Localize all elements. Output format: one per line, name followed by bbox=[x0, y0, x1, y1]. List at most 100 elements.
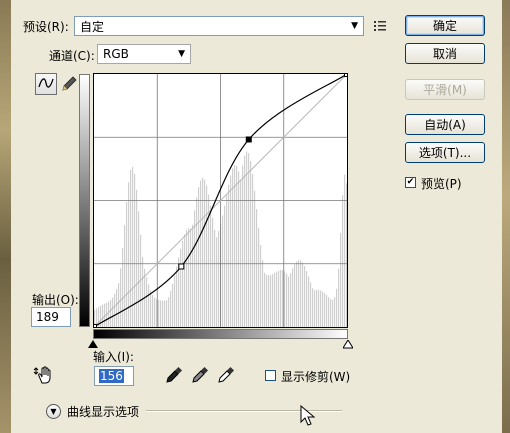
cancel-button[interactable]: 取消 bbox=[405, 43, 485, 64]
preset-select[interactable]: 自定 ▼ bbox=[74, 16, 364, 36]
chevron-down-icon: ▼ bbox=[351, 21, 358, 31]
histogram-bar bbox=[318, 289, 320, 327]
show-clipping-checkbox[interactable] bbox=[265, 370, 276, 381]
histogram-bar bbox=[326, 295, 328, 327]
histogram-bar bbox=[268, 275, 270, 327]
histogram-bar bbox=[340, 232, 342, 327]
histogram-bar bbox=[142, 257, 144, 327]
histogram-bar bbox=[194, 210, 196, 327]
preset-menu-icon[interactable] bbox=[373, 18, 389, 34]
histogram-bar bbox=[338, 268, 340, 327]
histogram-bar bbox=[242, 165, 244, 327]
histogram-bar bbox=[266, 274, 268, 327]
histogram-bar bbox=[230, 175, 232, 327]
histogram-bar bbox=[124, 225, 126, 327]
histogram-bar bbox=[190, 228, 192, 327]
histogram-bar bbox=[264, 272, 266, 327]
histogram-bar bbox=[188, 228, 190, 327]
histogram-bar bbox=[246, 151, 248, 327]
histogram-bar bbox=[222, 215, 224, 327]
histogram-bar bbox=[336, 288, 338, 327]
histogram-bar bbox=[102, 304, 104, 327]
histogram-bar bbox=[224, 205, 226, 327]
curve-tool-button[interactable] bbox=[35, 73, 57, 95]
histogram-bar bbox=[164, 300, 166, 327]
eyedropper-gray-icon[interactable] bbox=[191, 366, 209, 384]
auto-button[interactable]: 自动(A) bbox=[405, 114, 485, 135]
histogram-bar bbox=[302, 262, 304, 327]
histogram-bar bbox=[286, 273, 288, 327]
histogram-bar bbox=[172, 283, 174, 327]
output-label: 输出(O): bbox=[32, 293, 79, 307]
white-point-slider[interactable] bbox=[342, 338, 354, 352]
histogram-bar bbox=[162, 300, 164, 327]
histogram-bar bbox=[316, 289, 318, 327]
selected-curve-point bbox=[245, 136, 252, 143]
histogram-bar bbox=[288, 276, 290, 327]
curve-graph[interactable] bbox=[93, 73, 348, 328]
histogram-bar bbox=[166, 300, 168, 327]
histogram-bar bbox=[312, 288, 314, 327]
histogram-bar bbox=[308, 276, 310, 327]
histogram-bar bbox=[118, 283, 120, 327]
ok-button[interactable]: 确定 bbox=[405, 15, 485, 36]
histogram-bar bbox=[330, 299, 332, 327]
histogram-bar bbox=[214, 229, 216, 327]
histogram-bar bbox=[218, 231, 220, 327]
background-right-edge bbox=[502, 0, 510, 433]
channel-select[interactable]: RGB ▼ bbox=[97, 44, 191, 64]
histogram-bar bbox=[158, 300, 160, 327]
histogram-bar bbox=[210, 205, 212, 327]
histogram-bar bbox=[234, 164, 236, 327]
histogram-bar bbox=[300, 260, 302, 327]
histogram-bar bbox=[110, 300, 112, 327]
histogram-bar bbox=[120, 268, 122, 327]
histogram-bar bbox=[148, 284, 150, 327]
pencil-icon[interactable] bbox=[60, 75, 78, 93]
histogram-bar bbox=[112, 297, 114, 327]
histogram-bar bbox=[244, 155, 246, 327]
curve-point bbox=[94, 324, 97, 327]
smooth-button[interactable]: 平滑(M) bbox=[405, 79, 485, 100]
histogram-bar bbox=[196, 197, 198, 327]
background-left-edge bbox=[0, 0, 11, 433]
histogram-bar bbox=[176, 266, 178, 327]
input-field[interactable]: 156 bbox=[94, 366, 134, 386]
histogram-bar bbox=[136, 189, 138, 327]
histogram-bar bbox=[282, 270, 284, 327]
preset-value: 自定 bbox=[80, 19, 105, 34]
histogram-bar bbox=[132, 166, 134, 327]
histogram-bar bbox=[328, 297, 330, 327]
curve-point bbox=[178, 263, 185, 270]
histogram-bar bbox=[152, 294, 154, 327]
histogram-bar bbox=[154, 297, 156, 327]
histogram-bar bbox=[186, 230, 188, 327]
histogram-bar bbox=[226, 195, 228, 327]
preview-checkbox[interactable]: ✔ bbox=[405, 177, 416, 188]
histogram-bar bbox=[122, 248, 124, 327]
histogram-bar bbox=[248, 153, 250, 327]
options-button[interactable]: 选项(T)... bbox=[405, 142, 485, 163]
histogram-bar bbox=[258, 227, 260, 327]
histogram-bar bbox=[150, 290, 152, 327]
expand-icon[interactable]: ▼ bbox=[46, 404, 61, 419]
histogram-bar bbox=[238, 171, 240, 327]
hand-adjust-icon[interactable] bbox=[33, 365, 55, 385]
histogram-bar bbox=[262, 260, 264, 327]
histogram-bar bbox=[160, 300, 162, 327]
histogram-bar bbox=[204, 179, 206, 327]
eyedropper-black-icon[interactable] bbox=[165, 366, 183, 384]
histogram-bar bbox=[284, 271, 286, 327]
curve-display-options-label[interactable]: 曲线显示选项 bbox=[67, 403, 139, 420]
output-field[interactable]: 189 bbox=[31, 307, 71, 327]
histogram-bar bbox=[250, 161, 252, 327]
histogram-bar bbox=[138, 211, 140, 327]
histogram-bar bbox=[114, 294, 116, 327]
histogram-bar bbox=[168, 297, 170, 327]
histogram-bar bbox=[240, 179, 242, 327]
eyedropper-white-icon[interactable] bbox=[217, 366, 235, 384]
histogram-bar bbox=[298, 260, 300, 327]
histogram-bar bbox=[146, 277, 148, 327]
histogram-bar bbox=[278, 270, 280, 327]
histogram-bar bbox=[304, 266, 306, 327]
